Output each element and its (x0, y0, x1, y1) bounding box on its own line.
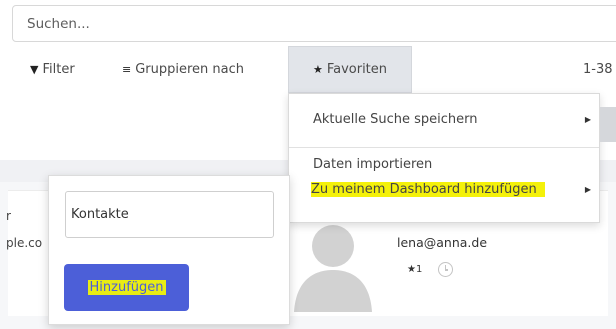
group-by-button[interactable]: ≡ Gruppieren nach (122, 62, 244, 77)
menu-item-import-data[interactable]: Daten importieren (289, 151, 599, 177)
menu-item-label: Zu meinem Dashboard hinzufügen (311, 181, 545, 197)
card-partial-email: ple.co (6, 236, 43, 250)
caret-right-icon: ▶ (584, 184, 591, 194)
avatar (292, 212, 374, 312)
add-button[interactable]: Hinzufügen (64, 264, 189, 311)
dashboard-name-field[interactable] (65, 191, 274, 238)
clock-icon[interactable] (438, 262, 454, 277)
filter-icon: ▼ (30, 63, 39, 76)
favorites-label: Favoriten (326, 62, 388, 77)
search-input[interactable] (27, 15, 616, 32)
side-panel-tab (600, 107, 616, 142)
card-rating: ★1 (407, 262, 454, 277)
filter-button[interactable]: ▼ Filter (30, 62, 75, 77)
group-by-label: Gruppieren nach (135, 62, 245, 77)
dashboard-popover: Hinzufügen (48, 175, 290, 325)
filter-label: Filter (42, 62, 75, 77)
dashboard-name-input[interactable] (71, 207, 273, 222)
menu-item-save-search[interactable]: Aktuelle Suche speichern ▶ (289, 106, 599, 132)
star-icon-small: ★ (407, 264, 416, 275)
favorites-button[interactable]: ★ Favoriten (288, 46, 412, 93)
menu-item-label: Daten importieren (313, 156, 433, 172)
person-silhouette-icon (292, 212, 374, 312)
menu-divider (289, 147, 599, 148)
pager-value[interactable]: 1-38 (583, 62, 613, 77)
search-box[interactable] (12, 5, 616, 42)
list-icon: ≡ (122, 63, 132, 76)
star-count[interactable]: ★1 (407, 264, 422, 275)
contact-email: lena@anna.de (397, 235, 488, 250)
star-icon: ★ (312, 63, 323, 76)
caret-right-icon: ▶ (584, 114, 591, 124)
add-button-label: Hinzufügen (87, 280, 166, 295)
menu-item-add-to-dashboard[interactable]: Zu meinem Dashboard hinzufügen ▶ (289, 176, 599, 202)
favorites-dropdown: Aktuelle Suche speichern ▶ Daten importi… (288, 93, 600, 223)
menu-item-label: Aktuelle Suche speichern (313, 111, 478, 127)
card-partial-text: r (6, 209, 11, 223)
